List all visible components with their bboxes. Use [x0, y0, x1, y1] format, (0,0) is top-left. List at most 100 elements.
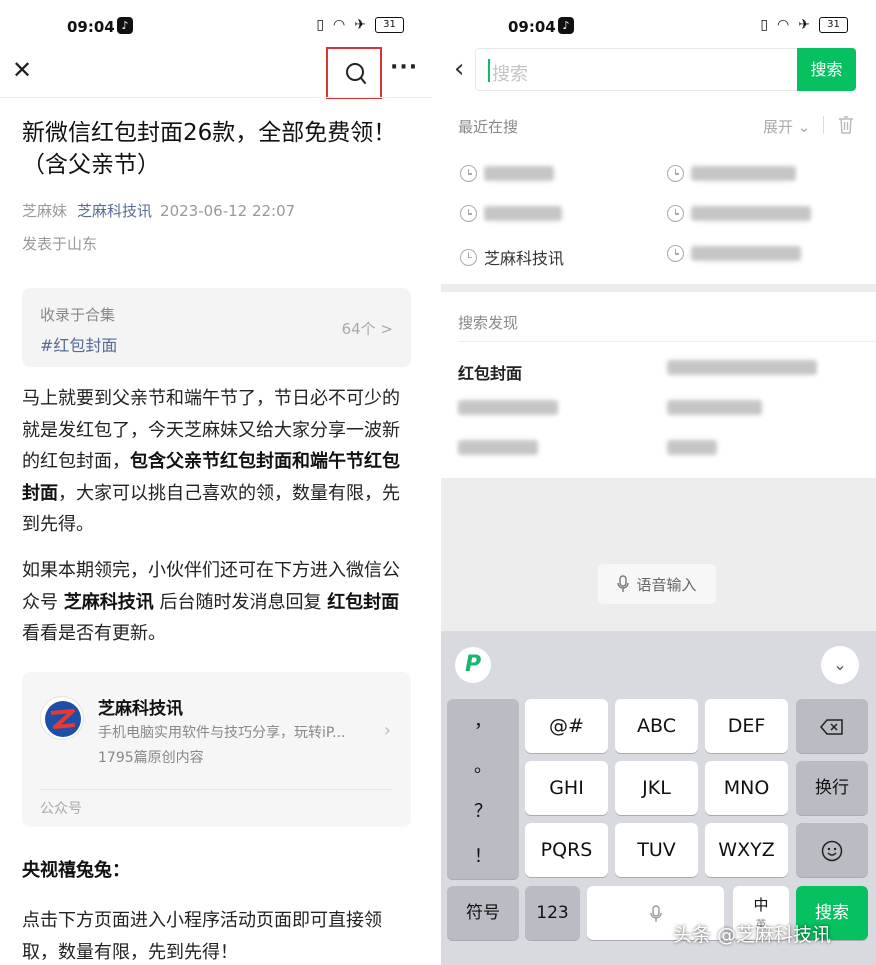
paragraph-2: 如果本期领完，小伙伴们还可在下方进入微信公众号 芝麻科技讯 后台随时发消息回复 …: [22, 560, 400, 644]
chevron-down-icon[interactable]: ⌄: [821, 646, 859, 684]
airplane-icon: ✈: [354, 17, 366, 33]
paragraph-3: 点击下方页面进入小程序活动页面即可直接领取，数量有限，先到先得！: [22, 910, 382, 963]
close-icon[interactable]: ✕: [12, 58, 32, 82]
symbols-key[interactable]: 符号: [447, 886, 519, 940]
tiktok-icon: ♪: [117, 17, 133, 34]
paragraph-1: 马上就要到父亲节和端午节了，节日必不可少的就是发红包了，今天芝麻妹又给大家分享一…: [22, 388, 400, 535]
status-bar: 09:04 ♪ ▯ ◠ ✈ 31: [0, 0, 432, 50]
discover-item[interactable]: [667, 440, 717, 459]
tiktok-icon: ♪: [558, 17, 574, 34]
account-card[interactable]: 芝麻科技讯 手机电脑实用软件与技巧分享，玩转iP... 1795篇原创内容 › …: [22, 672, 411, 827]
discover-item[interactable]: [458, 400, 558, 419]
section-divider: [441, 284, 876, 292]
search-input[interactable]: 搜索: [475, 48, 798, 91]
search-button[interactable]: [326, 47, 382, 99]
recent-item-label: 芝麻科技讯: [484, 249, 565, 268]
vibrate-icon: ▯: [760, 17, 769, 33]
key-abc[interactable]: ABC: [615, 699, 698, 753]
discover-item[interactable]: [667, 360, 817, 379]
key-exclaim[interactable]: ！: [447, 834, 519, 879]
recent-item[interactable]: 芝麻科技讯: [460, 245, 564, 269]
status-time: 09:04: [508, 18, 556, 36]
account-posts: 1795篇原创内容: [98, 750, 204, 766]
discover-label: 搜索发现: [458, 314, 519, 332]
collection-label: 收录于合集: [40, 306, 116, 324]
account-logo: [40, 696, 84, 740]
publish-location: 发表于山东: [22, 235, 98, 253]
key-period[interactable]: 。: [447, 744, 519, 789]
article-screen: 09:04 ♪ ▯ ◠ ✈ 31 ✕ ··· 新微信红包封面26款，全部免费领！…: [0, 0, 432, 965]
status-bar: 09:04 ♪ ▯ ◠ ✈ 31: [441, 0, 876, 50]
voice-input-button[interactable]: 语音输入: [598, 564, 716, 604]
key-at[interactable]: @#: [525, 699, 608, 753]
text-cursor: [488, 59, 490, 82]
divider: [458, 341, 876, 342]
number-key[interactable]: 123: [525, 886, 580, 940]
search-placeholder: 搜索: [492, 64, 528, 85]
keyboard-logo-icon[interactable]: P: [455, 647, 491, 683]
key-jkl[interactable]: JKL: [615, 761, 698, 815]
backspace-key[interactable]: [796, 699, 868, 753]
status-time: 09:04: [67, 18, 115, 36]
discover-item[interactable]: [667, 400, 762, 419]
section-heading: 央视禧兔兔：: [22, 860, 130, 881]
account-desc: 手机电脑实用软件与技巧分享，玩转iP...: [98, 725, 346, 741]
punctuation-column: ， 。 ？ ！: [447, 699, 519, 879]
key-question[interactable]: ？: [447, 789, 519, 834]
publish-time: 2023-06-12 22:07: [160, 202, 296, 220]
vibrate-icon: ▯: [316, 17, 325, 33]
discover-item[interactable]: 红包封面: [458, 360, 522, 384]
clock-icon: [460, 248, 477, 266]
emoji-icon: [821, 840, 843, 861]
newline-key[interactable]: 换行: [796, 761, 868, 815]
microphone-icon: [649, 904, 662, 922]
key-wxyz[interactable]: WXYZ: [705, 823, 788, 877]
battery-icon: 31: [375, 17, 404, 33]
key-ghi[interactable]: GHI: [525, 761, 608, 815]
expand-button[interactable]: 展开 ⌄: [763, 116, 810, 137]
battery-icon: 31: [819, 17, 848, 33]
clock-icon: [667, 245, 684, 262]
key-tuv[interactable]: TUV: [615, 823, 698, 877]
key-mno[interactable]: MNO: [705, 761, 788, 815]
divider: [40, 789, 393, 790]
collection-count: 64个 >: [341, 320, 393, 338]
emoji-key[interactable]: [796, 823, 868, 877]
chevron-right-icon: ›: [383, 720, 391, 741]
wifi-icon: ◠: [333, 17, 346, 33]
divider: [0, 97, 432, 98]
more-icon[interactable]: ···: [390, 55, 418, 80]
back-icon[interactable]: ‹: [454, 56, 464, 82]
account-name: 芝麻科技讯: [98, 699, 183, 719]
divider: [823, 116, 824, 134]
recent-search-label: 最近在搜: [458, 118, 519, 136]
recent-item[interactable]: [667, 205, 811, 222]
key-comma[interactable]: ，: [447, 699, 519, 744]
author-name: 芝麻妹: [22, 202, 68, 220]
wifi-icon: ◠: [777, 17, 790, 33]
search-icon: [346, 63, 366, 84]
chevron-down-icon: ⌄: [797, 118, 811, 136]
recent-item[interactable]: [460, 165, 554, 182]
search-submit-button[interactable]: 搜索: [797, 48, 856, 91]
recent-item[interactable]: [667, 245, 801, 262]
clock-icon: [460, 205, 477, 222]
article-title: 新微信红包封面26款，全部免费领！（含父亲节）: [22, 120, 397, 178]
trash-icon[interactable]: [838, 115, 854, 134]
recent-item[interactable]: [460, 205, 562, 222]
search-screen: 09:04 ♪ ▯ ◠ ✈ 31 ‹ 搜索 搜索 最近在搜 展开 ⌄ 芝麻科技讯…: [441, 0, 876, 965]
account-link[interactable]: 芝麻科技讯: [77, 202, 152, 220]
collection-card[interactable]: 收录于合集 #红包封面 64个 >: [22, 288, 411, 367]
watermark: 头条 @芝麻科技讯: [673, 924, 832, 946]
account-type: 公众号: [40, 801, 82, 817]
clock-icon: [460, 165, 477, 182]
key-pqrs[interactable]: PQRS: [525, 823, 608, 877]
backspace-icon: [820, 718, 843, 735]
clock-icon: [667, 205, 684, 222]
airplane-icon: ✈: [798, 17, 810, 33]
microphone-icon: [617, 575, 630, 592]
key-def[interactable]: DEF: [705, 699, 788, 753]
discover-item[interactable]: [458, 440, 538, 459]
recent-item[interactable]: [667, 165, 796, 182]
collection-tag[interactable]: #红包封面: [40, 332, 117, 356]
